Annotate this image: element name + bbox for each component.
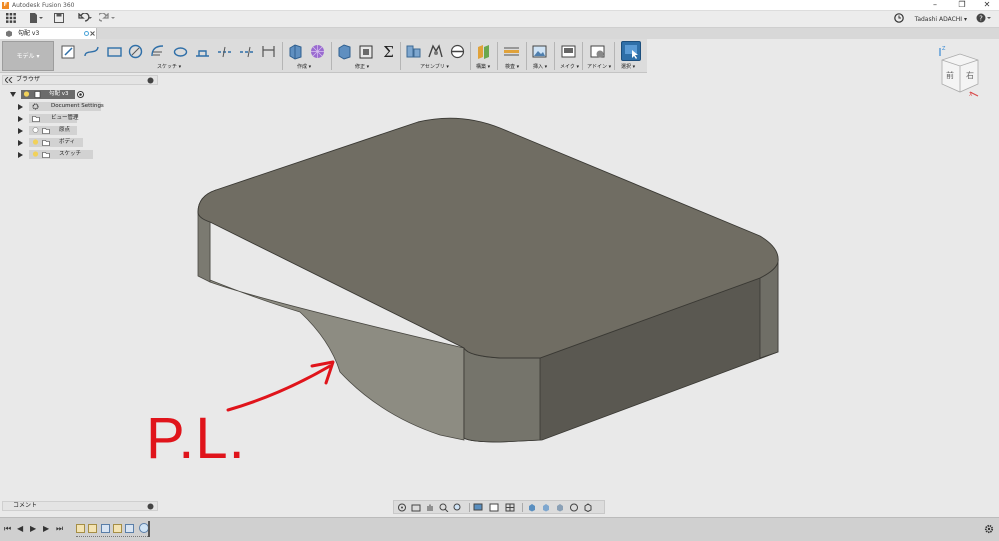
- play-icon[interactable]: ▶: [30, 525, 36, 533]
- select-body-icon[interactable]: [541, 503, 551, 512]
- divider: [469, 503, 470, 512]
- zoom-icon[interactable]: [439, 503, 449, 512]
- timeline-feature-sketch[interactable]: [113, 524, 122, 533]
- comments-label: コメント: [13, 502, 38, 509]
- select-component-icon[interactable]: [555, 503, 565, 512]
- grid-settings-icon[interactable]: [489, 503, 499, 512]
- fusion-window: F Autodesk Fusion 360 – ❐ ✕ Tadashi ADAC…: [0, 0, 999, 541]
- axis-z-label: Z: [942, 46, 946, 52]
- zoom-window-icon[interactable]: [453, 503, 463, 512]
- selection-filter-icon[interactable]: [527, 503, 537, 512]
- navigation-bar: [393, 500, 605, 514]
- comments-panel[interactable]: コメント: [2, 501, 158, 511]
- timeline-track: [76, 535, 148, 537]
- select-face-icon[interactable]: [569, 503, 579, 512]
- viewcube-front-face[interactable]: 前: [946, 70, 954, 81]
- add-comment-icon[interactable]: [147, 503, 154, 510]
- timeline-settings-gear-icon[interactable]: [984, 524, 994, 534]
- display-settings-icon[interactable]: [473, 503, 483, 512]
- pan-hand-icon[interactable]: [425, 503, 435, 512]
- axis-x-label: X: [969, 92, 973, 98]
- go-to-end-icon[interactable]: ⏭: [56, 525, 63, 533]
- pl-annotation-arrow: [226, 360, 335, 412]
- select-edge-icon[interactable]: [583, 503, 593, 512]
- 3d-body[interactable]: [197, 117, 779, 443]
- divider: [522, 503, 523, 512]
- pl-annotation-label: P.L.: [146, 406, 246, 471]
- timeline: ⏮ ◀ ▶ ▶ ⏭: [0, 517, 999, 541]
- viewcube[interactable]: 前 右 Z X: [936, 46, 984, 100]
- step-forward-icon[interactable]: ▶: [43, 525, 49, 533]
- timeline-feature-sketch[interactable]: [88, 524, 97, 533]
- timeline-feature-extrude[interactable]: [125, 524, 134, 533]
- look-at-icon[interactable]: [411, 503, 421, 512]
- timeline-feature-extrude[interactable]: [101, 524, 110, 533]
- viewcube-right-face[interactable]: 右: [966, 70, 974, 81]
- go-to-start-icon[interactable]: ⏮: [4, 525, 11, 533]
- step-back-icon[interactable]: ◀: [17, 525, 23, 533]
- timeline-feature-sketch[interactable]: [76, 524, 85, 533]
- viewport-layout-icon[interactable]: [505, 503, 515, 512]
- timeline-marker[interactable]: [148, 521, 150, 537]
- orbit-icon[interactable]: [397, 503, 407, 512]
